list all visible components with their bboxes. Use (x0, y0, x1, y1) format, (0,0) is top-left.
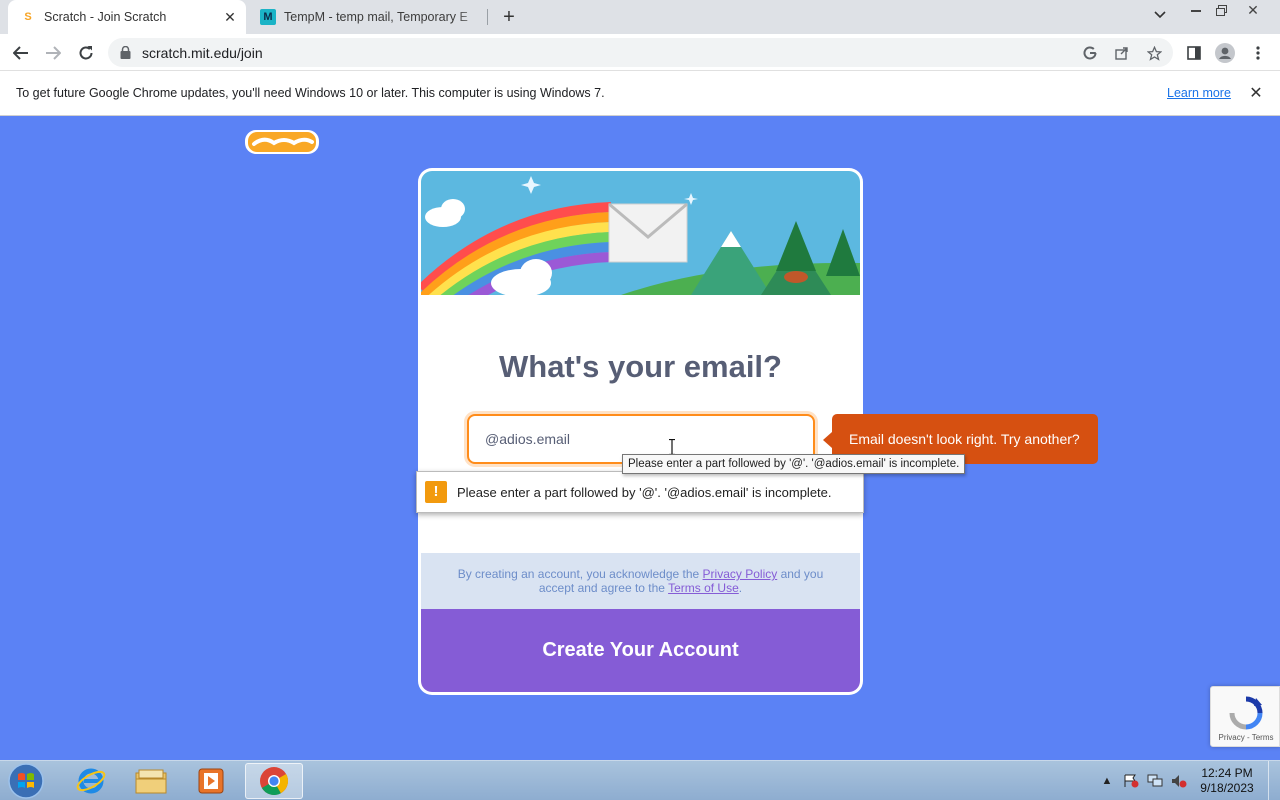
tab-title: TempM - temp mail, Temporary E (284, 10, 468, 24)
file-explorer-icon[interactable] (122, 763, 180, 799)
restore-window-button[interactable] (1209, 0, 1233, 20)
legal-notice: By creating an account, you acknowledge … (421, 553, 860, 609)
legal-suffix: . (738, 581, 743, 595)
show-desktop-button[interactable] (1268, 761, 1280, 800)
learn-more-link[interactable]: Learn more (1167, 86, 1231, 100)
chrome-icon[interactable] (245, 763, 303, 799)
close-window-button[interactable]: ✕ (1234, 0, 1272, 20)
reload-icon[interactable] (73, 40, 99, 66)
recaptcha-links[interactable]: Privacy - Terms (1211, 733, 1280, 742)
system-clock[interactable]: 12:24 PM 9/18/2023 (1192, 766, 1262, 796)
legal-prefix: By creating an account, you acknowledge … (457, 567, 703, 581)
email-input-value[interactable]: @adios.email (485, 431, 570, 447)
windows-start-icon[interactable] (4, 762, 48, 800)
url-text[interactable]: scratch.mit.edu/join (142, 45, 263, 61)
close-icon[interactable]: ✕ (1246, 83, 1266, 103)
show-hidden-icons-icon[interactable]: ▲ (1098, 773, 1116, 789)
input-tooltip: Please enter a part followed by '@'. '@a… (622, 454, 966, 474)
lock-icon[interactable] (120, 46, 131, 59)
tab-separator (487, 9, 488, 25)
internet-explorer-icon[interactable] (62, 763, 120, 799)
windows-taskbar: ▲ 12:24 PM 9/18/2023 (0, 760, 1280, 800)
tab-title: Scratch - Join Scratch (44, 10, 167, 24)
clock-time: 12:24 PM (1201, 766, 1253, 780)
omnibox[interactable]: scratch.mit.edu/join (108, 38, 1173, 67)
tab-search-chevron-icon[interactable] (1150, 8, 1170, 26)
tempm-favicon-icon: M (260, 9, 276, 25)
clock-date: 9/18/2023 (1200, 781, 1254, 795)
star-icon[interactable] (1144, 43, 1164, 63)
tab-strip: S Scratch - Join Scratch ✕ M TempM - tem… (0, 0, 1280, 34)
scratch-logo[interactable] (244, 128, 320, 156)
join-banner-illustration (421, 171, 860, 295)
recaptcha-badge[interactable]: Privacy - Terms (1210, 686, 1280, 747)
scratch-favicon-icon: S (24, 11, 32, 23)
email-heading: What's your email? (499, 349, 782, 384)
profile-icon[interactable] (1215, 43, 1235, 63)
infobar-message: To get future Google Chrome updates, you… (16, 86, 605, 100)
close-tab-icon[interactable]: ✕ (220, 7, 240, 27)
menu-icon[interactable] (1248, 43, 1268, 63)
text-cursor-icon (669, 439, 675, 455)
join-card: What's your email? @adios.email By creat… (418, 168, 863, 695)
terms-of-use-link[interactable]: Terms of Use (668, 581, 739, 595)
side-panel-icon[interactable] (1184, 43, 1204, 63)
network-icon[interactable] (1146, 773, 1164, 789)
minimize-window-button[interactable] (1184, 0, 1208, 20)
tab-scratch-join[interactable]: S Scratch - Join Scratch ✕ (8, 0, 246, 34)
action-center-icon[interactable] (1122, 773, 1140, 789)
native-validation-popup: ! Please enter a part followed by '@'. '… (416, 471, 864, 513)
tab-tempm[interactable]: M TempM - temp mail, Temporary E (248, 0, 486, 34)
new-tab-button[interactable]: + (498, 6, 520, 28)
warning-icon: ! (425, 481, 447, 503)
volume-muted-icon[interactable] (1170, 773, 1188, 789)
media-player-icon[interactable] (182, 763, 240, 799)
forward-arrow-icon[interactable] (40, 40, 66, 66)
create-account-button[interactable]: Create Your Account (421, 609, 860, 692)
privacy-policy-link[interactable]: Privacy Policy (703, 567, 778, 581)
google-lens-icon[interactable] (1080, 43, 1100, 63)
share-icon[interactable] (1112, 43, 1132, 63)
browser-toolbar: scratch.mit.edu/join (0, 34, 1280, 71)
back-arrow-icon[interactable] (8, 40, 34, 66)
validation-popup-text: Please enter a part followed by '@'. '@a… (457, 485, 832, 500)
update-infobar: To get future Google Chrome updates, you… (0, 71, 1280, 116)
recaptcha-icon (1229, 696, 1263, 730)
